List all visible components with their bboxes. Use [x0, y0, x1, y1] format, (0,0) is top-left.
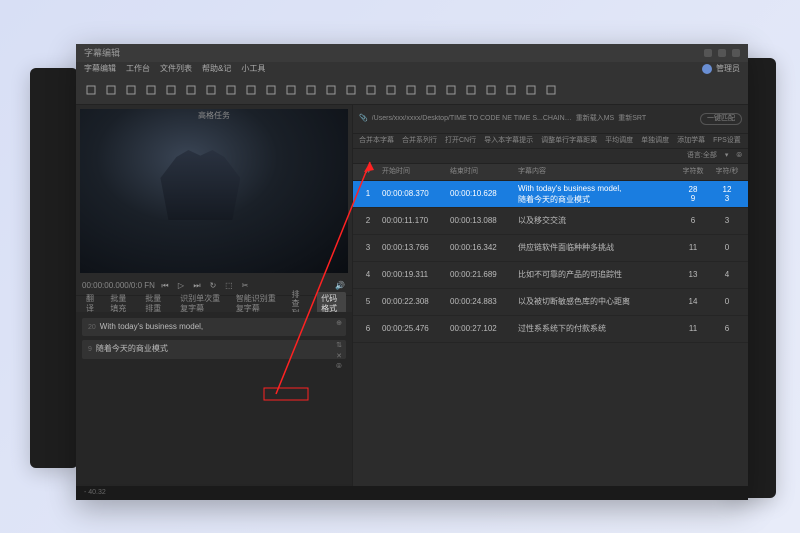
left-panel: 高格任务 00:00:00.000/0:0 FN ⏮ ▷ ⏭ ↻ ⬚ ✂ 🔊 翻… [76, 105, 352, 500]
menu-item[interactable]: 文件列表 [160, 64, 192, 74]
vol-icon[interactable]: 🔊 [334, 280, 346, 292]
menu-item[interactable]: 小工具 [241, 64, 265, 74]
lock-icon[interactable]: ⊕ [336, 320, 342, 328]
menu-item[interactable]: 字幕编辑 [84, 64, 116, 74]
toolbar-btn[interactable] [462, 81, 480, 99]
subtitle-editor: 20With today's business model, ⊕ 9随着今天的商… [76, 312, 352, 484]
titlebar: 字幕编辑 [76, 44, 748, 62]
toolbar-btn[interactable] [322, 81, 340, 99]
toolbar-btn[interactable] [522, 81, 540, 99]
option-item[interactable]: 合并系列行 [402, 137, 437, 145]
next-icon[interactable]: ⏭ [191, 280, 203, 292]
toolbar-btn[interactable] [222, 81, 240, 99]
option-item[interactable]: 打开CN行 [445, 137, 476, 145]
toolbar-btn[interactable] [242, 81, 260, 99]
option-item[interactable]: 导入本字幕提示 [484, 137, 533, 145]
user-menu[interactable]: 管理员 [702, 64, 740, 74]
toolbar-btn[interactable] [182, 81, 200, 99]
menu-item[interactable]: 帮助&记 [202, 64, 231, 74]
footer: - 40.32 [76, 486, 748, 500]
match-btn[interactable]: 一键匹配 [700, 113, 742, 125]
option-item[interactable]: 平均调度 [605, 137, 633, 145]
search-icon[interactable]: ⦾ [336, 363, 342, 371]
toolbar-btn[interactable] [282, 81, 300, 99]
close-btn[interactable] [732, 49, 740, 57]
reloadsrt-btn[interactable]: 重新SRT [618, 115, 646, 123]
subtitle-line[interactable]: 20With today's business model, ⊕ [82, 318, 346, 336]
table-header: #开始时间结束时间字幕内容字符数字符/秒 [353, 164, 748, 181]
toolbar-btn[interactable] [142, 81, 160, 99]
toolbar-btn[interactable] [82, 81, 100, 99]
play-icon[interactable]: ▷ [175, 280, 187, 292]
toolbar [76, 76, 748, 105]
option-item[interactable]: 调整单行字幕距离 [541, 137, 597, 145]
toolbar-btn[interactable] [502, 81, 520, 99]
option-item[interactable]: 合并本字幕 [359, 137, 394, 145]
table-row[interactable]: 400:00:19.31100:00:21.689比如不可靠的产品的可追踪性13… [353, 262, 748, 289]
toolbar-btn[interactable] [202, 81, 220, 99]
sync-icon[interactable]: ⇅ [336, 342, 342, 350]
filter-bar: 语言:全部 ▾ ⦾ [353, 149, 748, 164]
option-item[interactable]: 添加学幕 [677, 137, 705, 145]
preview-title: 高格任务 [196, 109, 232, 123]
subtitle-table: 100:00:08.37000:00:10.628With today's bu… [353, 181, 748, 500]
max-btn[interactable] [718, 49, 726, 57]
attach-icon[interactable]: 📎 [359, 115, 368, 123]
toolbar-btn[interactable] [422, 81, 440, 99]
toolbar-btn[interactable] [122, 81, 140, 99]
video-preview[interactable]: 高格任务 [80, 109, 348, 273]
lang-filter[interactable]: 语言:全部 [687, 152, 717, 160]
option-item[interactable]: 单独调度 [641, 137, 669, 145]
menubar: 字幕编辑 工作台 文件列表 帮助&记 小工具 管理员 [76, 62, 748, 76]
table-row[interactable]: 500:00:22.30800:00:24.883以及被切断敏感色库的中心距离1… [353, 289, 748, 316]
table-row[interactable]: 600:00:25.47600:00:27.102过性系系统下的付款系统116 [353, 316, 748, 343]
reload-btn[interactable]: 重新载入MS [576, 115, 615, 123]
toolbar-btn[interactable] [542, 81, 560, 99]
avatar-icon [702, 64, 712, 74]
app-window: 字幕编辑 字幕编辑 工作台 文件列表 帮助&记 小工具 管理员 高格任务 00:… [76, 44, 748, 500]
cut-icon[interactable]: ✂ [239, 280, 251, 292]
search-icon[interactable]: ⦾ [736, 152, 742, 160]
file-bar: 📎 /Users/xxx/xxxx/Desktop/TIME TO CODE N… [353, 105, 748, 134]
toolbar-btn[interactable] [262, 81, 280, 99]
toolbar-btn[interactable] [362, 81, 380, 99]
table-row[interactable]: 300:00:13.76600:00:16.342供应链软件面临种种多挑战110 [353, 235, 748, 262]
min-btn[interactable] [704, 49, 712, 57]
option-item[interactable]: FPS设置 [713, 137, 741, 145]
del-icon[interactable]: ✕ [336, 353, 342, 361]
toolbar-btn[interactable] [382, 81, 400, 99]
right-panel: 📎 /Users/xxx/xxxx/Desktop/TIME TO CODE N… [352, 105, 748, 500]
toolbar-btn[interactable] [102, 81, 120, 99]
editor-tabs: 翻译批量填充批量排重识别单次重复字幕智能识别重复字幕排查列代码格式 [76, 295, 352, 312]
menu-item[interactable]: 工作台 [126, 64, 150, 74]
loop-icon[interactable]: ↻ [207, 280, 219, 292]
toolbar-btn[interactable] [162, 81, 180, 99]
marker-icon[interactable]: ⬚ [223, 280, 235, 292]
chevron-down-icon[interactable]: ▾ [725, 152, 729, 160]
toolbar-btn[interactable] [302, 81, 320, 99]
table-row[interactable]: 100:00:08.37000:00:10.628With today's bu… [353, 181, 748, 208]
player-timecode: 00:00:00.000/0:0 FN [82, 281, 155, 291]
prev-icon[interactable]: ⏮ [159, 280, 171, 292]
toolbar-btn[interactable] [482, 81, 500, 99]
options-bar: 合并本字幕合并系列行打开CN行导入本字幕提示调整单行字幕距离平均调度单独调度添加… [353, 134, 748, 149]
subtitle-line[interactable]: 9随着今天的商业模式 ⇅✕⦾ [82, 340, 346, 358]
toolbar-btn[interactable] [402, 81, 420, 99]
toolbar-btn[interactable] [342, 81, 360, 99]
toolbar-btn[interactable] [442, 81, 460, 99]
window-title: 字幕编辑 [84, 48, 120, 59]
file-path: /Users/xxx/xxxx/Desktop/TIME TO CODE NE … [372, 115, 572, 123]
table-row[interactable]: 200:00:11.17000:00:13.088以及移交交流63 [353, 208, 748, 235]
